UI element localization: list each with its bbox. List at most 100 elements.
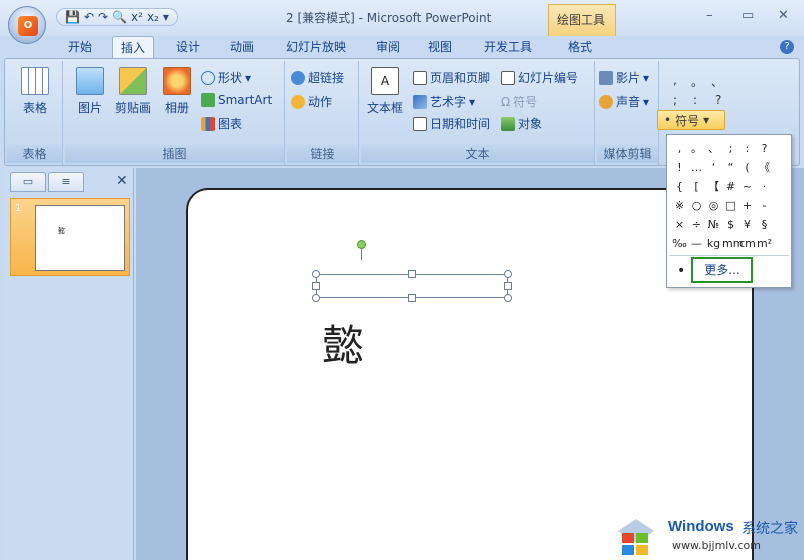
tab-animation[interactable]: 动画	[230, 38, 254, 55]
symbol-cell[interactable]: cm	[739, 234, 756, 253]
rotation-handle[interactable]	[357, 240, 366, 249]
symbol-cell[interactable]: ÷	[688, 215, 705, 234]
symbol-cell[interactable]: 【	[705, 177, 722, 196]
picture-button[interactable]: 图片	[75, 67, 105, 116]
chart-button[interactable]: 图表	[201, 115, 242, 132]
symbol-cell[interactable]: ·	[756, 177, 773, 196]
symbol-cell[interactable]: №	[705, 215, 722, 234]
tab-design[interactable]: 设计	[176, 38, 200, 55]
outline-tab[interactable]: ≡	[48, 172, 84, 192]
movie-button[interactable]: 影片 ▾	[599, 69, 649, 86]
superscript-icon[interactable]: x²	[131, 10, 143, 24]
special-char[interactable]: 。	[691, 73, 703, 90]
symbol-cell[interactable]: (	[739, 158, 756, 177]
symbol-button[interactable]: • 符号 ▾	[657, 110, 725, 130]
symbol-cell[interactable]	[773, 196, 790, 215]
special-char[interactable]: ,	[673, 73, 677, 87]
sound-button[interactable]: 声音 ▾	[599, 93, 649, 110]
special-char[interactable]: :	[693, 93, 697, 107]
symbol-cell[interactable]: mm	[722, 234, 743, 253]
more-symbols-button[interactable]: 更多...	[691, 257, 753, 283]
slide-number-button[interactable]: 幻灯片编号	[501, 69, 578, 86]
help-icon[interactable]: ?	[780, 40, 794, 54]
symbol-cell[interactable]: §	[756, 215, 773, 234]
slide-text[interactable]: 懿	[322, 312, 364, 373]
symbol-cell[interactable]: 、	[705, 139, 722, 158]
symbol-cell[interactable]: ‘	[705, 158, 722, 177]
symbol-cell[interactable]	[773, 215, 790, 234]
tab-review[interactable]: 审阅	[376, 38, 400, 55]
symbol-cell[interactable]: ;	[722, 139, 739, 158]
symbol-cell[interactable]: □	[722, 196, 739, 215]
hyperlink-button[interactable]: 超链接	[291, 69, 344, 86]
symbol-cell[interactable]	[773, 177, 790, 196]
resize-handle[interactable]	[408, 294, 416, 302]
slides-tab[interactable]: ▭	[10, 172, 46, 192]
wordart-button[interactable]: 艺术字 ▾	[413, 93, 475, 110]
resize-handle[interactable]	[504, 282, 512, 290]
album-button[interactable]: 相册	[161, 67, 193, 116]
undo-icon[interactable]: ↶	[84, 10, 94, 24]
symbol-cell[interactable]: :	[739, 139, 756, 158]
resize-handle[interactable]	[408, 270, 416, 278]
symbol-cell[interactable]: m²	[756, 234, 773, 253]
symbol-cell[interactable]: ?	[756, 139, 773, 158]
symbol-cell[interactable]: $	[722, 215, 739, 234]
symbol-cell[interactable]: ‰	[671, 234, 688, 253]
tab-developer[interactable]: 开发工具	[484, 38, 532, 55]
resize-handle[interactable]	[312, 294, 320, 302]
symbol-cell[interactable]: #	[722, 177, 739, 196]
close-pane-icon[interactable]: ✕	[116, 173, 128, 189]
clipart-button[interactable]: 剪贴画	[111, 67, 155, 116]
symbol-cell[interactable]: ~	[739, 177, 756, 196]
symbol-cell[interactable]: {	[671, 177, 688, 196]
object-button[interactable]: 对象	[501, 115, 542, 132]
resize-handle[interactable]	[312, 282, 320, 290]
symbol-cell[interactable]: …	[688, 158, 705, 177]
tab-view[interactable]: 视图	[428, 38, 452, 55]
resize-handle[interactable]	[504, 270, 512, 278]
minimize-button[interactable]: –	[706, 8, 713, 23]
datetime-button[interactable]: 日期和时间	[413, 115, 490, 132]
qat-dropdown-icon[interactable]: ▾	[163, 10, 169, 24]
header-footer-button[interactable]: 页眉和页脚	[413, 69, 490, 86]
tab-insert[interactable]: 插入	[112, 36, 155, 58]
symbol-cell[interactable]: kg	[705, 234, 722, 253]
slide-thumbnail[interactable]: 1 懿	[10, 198, 130, 276]
symbol-cell[interactable]: “	[722, 158, 739, 177]
close-button[interactable]: ✕	[778, 8, 789, 23]
tab-home[interactable]: 开始	[68, 38, 92, 55]
tab-slideshow[interactable]: 幻灯片放映	[286, 38, 346, 55]
redo-icon[interactable]: ↷	[98, 10, 108, 24]
table-button[interactable]: 表格	[17, 67, 53, 116]
textbox-button[interactable]: A 文本框	[365, 67, 405, 116]
office-button[interactable]: O	[8, 6, 46, 44]
special-char[interactable]: ;	[673, 93, 677, 107]
symbol-cell[interactable]: [	[688, 177, 705, 196]
symbol-cell[interactable]	[773, 158, 790, 177]
symbol-cell[interactable]: ×	[671, 215, 688, 234]
symbol-cell[interactable]: 。	[688, 139, 705, 158]
symbol-cell[interactable]: ,	[671, 139, 688, 158]
symbol-small-button[interactable]: Ω 符号	[501, 93, 537, 110]
resize-handle[interactable]	[504, 294, 512, 302]
tab-format[interactable]: 格式	[568, 38, 592, 55]
shapes-button[interactable]: 形状 ▾	[201, 69, 251, 86]
symbol-cell[interactable]: ◎	[705, 196, 722, 215]
symbol-cell[interactable]: -	[756, 196, 773, 215]
symbol-cell[interactable]: ※	[671, 196, 688, 215]
symbol-cell[interactable]: !	[671, 158, 688, 177]
symbol-cell[interactable]: +	[739, 196, 756, 215]
action-button[interactable]: 动作	[291, 93, 332, 110]
symbol-cell[interactable]: 《	[756, 158, 773, 177]
subscript-icon[interactable]: x₂	[147, 10, 159, 24]
special-char[interactable]: 、	[711, 73, 723, 90]
smartart-button[interactable]: SmartArt	[201, 93, 272, 107]
save-icon[interactable]: 💾	[65, 10, 80, 24]
symbol-cell[interactable]: ○	[688, 196, 705, 215]
resize-handle[interactable]	[312, 270, 320, 278]
symbol-cell[interactable]	[773, 139, 790, 158]
symbol-cell[interactable]: —	[688, 234, 705, 253]
maximize-button[interactable]: ▭	[742, 8, 754, 23]
symbol-cell[interactable]	[773, 234, 790, 253]
